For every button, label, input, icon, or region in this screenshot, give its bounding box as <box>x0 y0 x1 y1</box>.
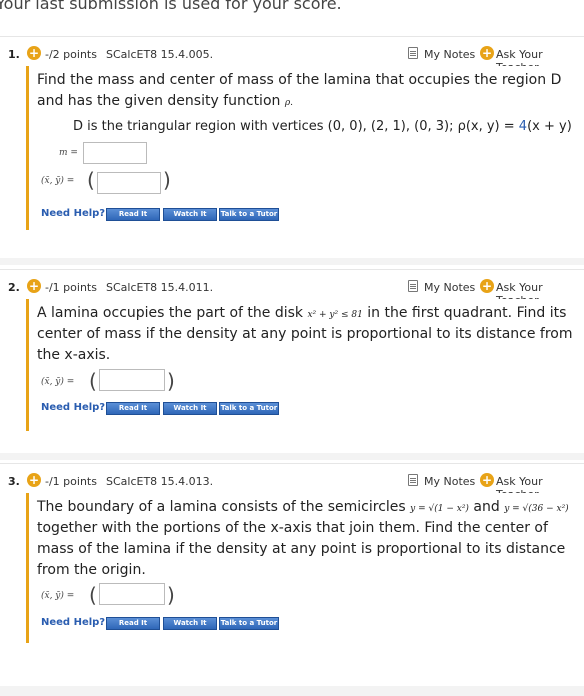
question-points: -/1 points <box>45 281 97 294</box>
notes-icon[interactable] <box>408 47 418 59</box>
center-of-mass-label: (x̄, ȳ) = <box>41 591 75 601</box>
center-of-mass-input[interactable] <box>97 172 161 194</box>
question-code: SCalcET8 15.4.011. <box>106 281 214 294</box>
need-help-label: Need Help? <box>41 617 106 628</box>
plus-circle-icon[interactable]: + <box>27 279 41 293</box>
mass-answer-input[interactable] <box>83 142 147 164</box>
read-it-button[interactable]: Read It <box>106 208 160 221</box>
watch-it-button[interactable]: Watch It <box>163 402 217 415</box>
my-notes-link[interactable]: My Notes <box>424 281 475 294</box>
question-points: -/1 points <box>45 475 97 488</box>
notes-icon[interactable] <box>408 280 418 292</box>
section-divider <box>0 258 584 265</box>
center-of-mass-label: (x̄, ȳ) = <box>41 377 75 387</box>
right-paren: ) <box>167 583 175 607</box>
plus-circle-icon[interactable]: + <box>27 473 41 487</box>
question-code: SCalcET8 15.4.013. <box>106 475 214 488</box>
my-notes-link[interactable]: My Notes <box>424 48 475 61</box>
center-of-mass-input[interactable] <box>99 369 165 391</box>
ask-teacher-plus-icon[interactable]: + <box>480 473 494 487</box>
left-paren: ( <box>87 168 95 192</box>
need-help-label: Need Help? <box>41 402 106 413</box>
question-points: -/2 points <box>45 48 97 61</box>
talk-to-tutor-button[interactable]: Talk to a Tutor <box>219 617 279 630</box>
talk-to-tutor-button[interactable]: Talk to a Tutor <box>219 208 279 221</box>
watch-it-button[interactable]: Watch It <box>163 208 217 221</box>
my-notes-link[interactable]: My Notes <box>424 475 475 488</box>
need-help-label: Need Help? <box>41 208 106 219</box>
submission-note: Your last submission is used for your sc… <box>0 0 342 13</box>
question-body: The boundary of a lamina consists of the… <box>26 493 584 643</box>
left-paren: ( <box>89 369 97 393</box>
question-number: 3. <box>8 475 20 488</box>
question-text-line: center of mass if the density at any poi… <box>37 326 573 342</box>
question-text-line: The boundary of a lamina consists of the… <box>37 499 569 515</box>
question-text-line: mass of the lamina if the density at any… <box>37 541 566 557</box>
question-number: 1. <box>8 48 20 61</box>
question-text-line: Find the mass and center of mass of the … <box>37 72 562 88</box>
question-code: SCalcET8 15.4.005. <box>106 48 214 61</box>
question-text-line: from the origin. <box>37 562 146 578</box>
question-body: A lamina occupies the part of the disk x… <box>26 299 584 431</box>
mass-label: m = <box>59 148 78 158</box>
ask-teacher-plus-icon[interactable]: + <box>480 279 494 293</box>
question-text-line: the x-axis. <box>37 347 111 363</box>
right-paren: ) <box>163 168 171 192</box>
section-divider <box>0 453 584 460</box>
read-it-button[interactable]: Read It <box>106 617 160 630</box>
center-of-mass-label: (x̄, ȳ) = <box>41 176 75 186</box>
center-of-mass-input[interactable] <box>99 583 165 605</box>
question-text-line: D is the triangular region with vertices… <box>73 119 572 134</box>
read-it-button[interactable]: Read It <box>106 402 160 415</box>
notes-icon[interactable] <box>408 474 418 486</box>
ask-teacher-plus-icon[interactable]: + <box>480 46 494 60</box>
question-text-line: together with the portions of the x-axis… <box>37 520 548 536</box>
watch-it-button[interactable]: Watch It <box>163 617 217 630</box>
question-text-line: and has the given density function ρ. <box>37 93 293 109</box>
right-paren: ) <box>167 369 175 393</box>
question-body: Find the mass and center of mass of the … <box>26 66 584 230</box>
plus-circle-icon[interactable]: + <box>27 46 41 60</box>
question-text-line: A lamina occupies the part of the disk x… <box>37 305 567 321</box>
left-paren: ( <box>89 583 97 607</box>
question-number: 2. <box>8 281 20 294</box>
section-divider <box>0 686 584 696</box>
talk-to-tutor-button[interactable]: Talk to a Tutor <box>219 402 279 415</box>
